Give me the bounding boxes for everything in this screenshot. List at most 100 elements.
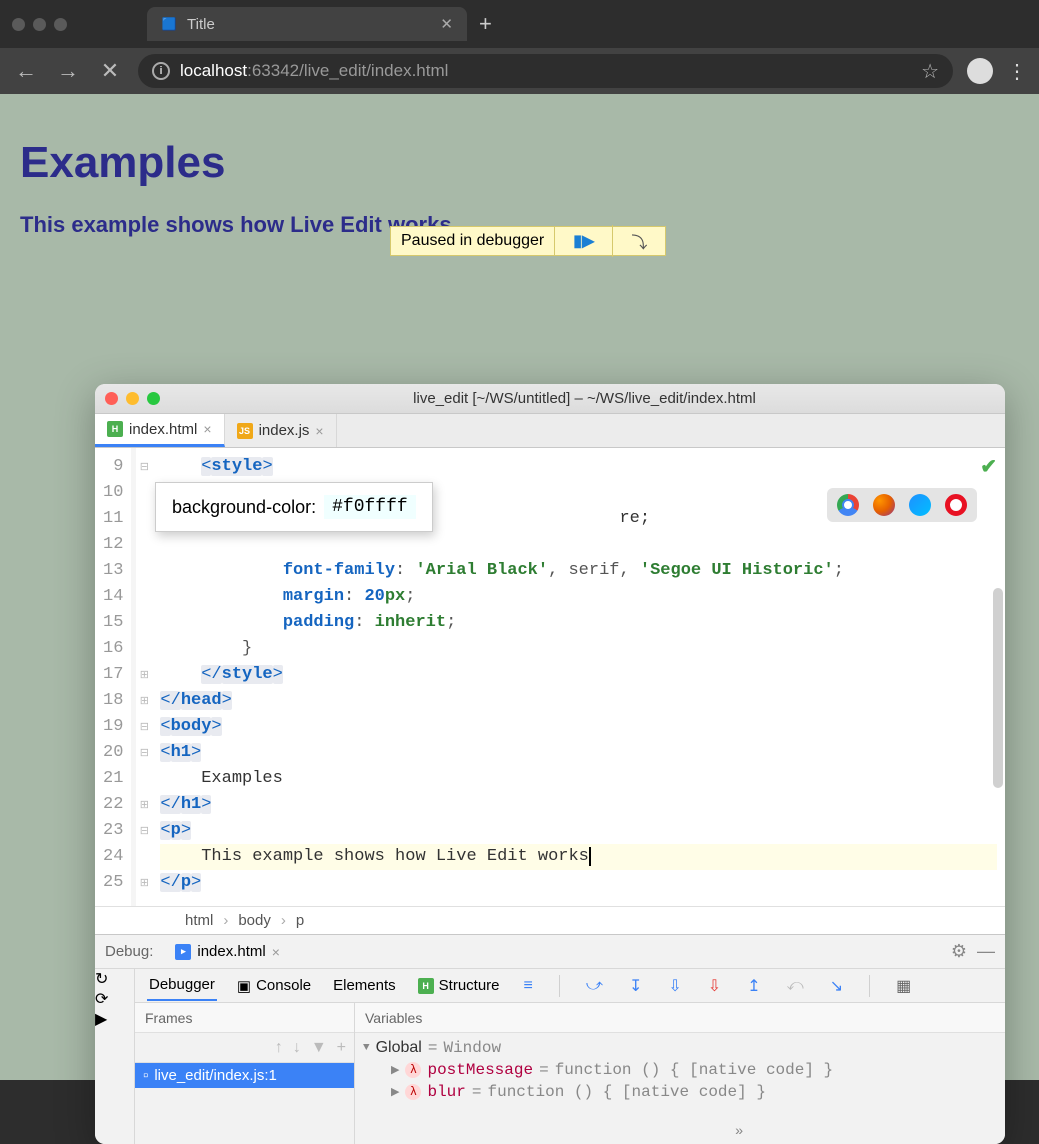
hide-panel-icon[interactable]: — <box>977 941 995 962</box>
debug-panel: Debug: ▸ index.html × ⚙ — ↻ ⟳ <box>95 934 1005 1144</box>
tab-debugger[interactable]: Debugger <box>147 970 217 1001</box>
stop-button[interactable]: ✕ <box>96 58 124 84</box>
safari-icon[interactable] <box>909 494 931 516</box>
tab-elements[interactable]: Elements <box>331 971 398 1000</box>
tab-console[interactable]: ▣Console <box>235 971 313 1001</box>
window-controls <box>12 18 67 31</box>
editor-tab-index-js[interactable]: JS index.js × <box>225 414 337 447</box>
editor-tabs: H index.html × JS index.js × <box>95 414 1005 448</box>
browser-titlebar: 🟦 Title ✕ + <box>0 0 1039 48</box>
debugger-step-button[interactable]: ⤵ <box>612 225 665 257</box>
chevron-right-icon: › <box>281 912 286 929</box>
debug-config-name: index.html <box>197 943 265 960</box>
ide-close-icon[interactable] <box>105 392 118 405</box>
opera-icon[interactable] <box>945 494 967 516</box>
breadcrumb-item[interactable]: html <box>185 912 213 929</box>
editor-tab-index-html[interactable]: H index.html × <box>95 414 225 447</box>
debug-tabs: Debugger ▣Console Elements HStructure ≡ … <box>135 969 1005 1003</box>
minimize-window-icon[interactable] <box>33 18 46 31</box>
open-in-browser-toolbar <box>827 488 977 522</box>
variables-panel: Variables ▼ Global = Window <box>355 1003 1005 1144</box>
line-gutter[interactable]: 910111213141516171819202122232425 <box>95 448 136 906</box>
bookmark-icon[interactable]: ☆ <box>921 59 939 84</box>
tab-structure[interactable]: HStructure <box>416 971 502 1000</box>
frames-header: Frames <box>135 1003 354 1033</box>
profile-icon[interactable] <box>967 58 993 84</box>
debugger-banner: Paused in debugger ▮▶ ⤵ <box>390 226 666 256</box>
close-icon[interactable]: × <box>272 944 280 960</box>
tab-title: Title <box>187 16 215 33</box>
variables-header: Variables <box>355 1003 1005 1033</box>
resume-button[interactable]: ▶ <box>95 1009 134 1029</box>
maximize-window-icon[interactable] <box>54 18 67 31</box>
run-to-cursor-icon[interactable]: ↘ <box>830 976 843 996</box>
breadcrumb-item[interactable]: body <box>238 912 271 929</box>
ide-zoom-icon[interactable] <box>147 392 160 405</box>
frames-panel: Frames ↑ ↓ ▼ + ▫ live_edit/index.js:1 <box>135 1003 355 1144</box>
evaluate-icon[interactable]: ▦ <box>896 976 911 996</box>
variable-row[interactable]: ▶ λ postMessage = function () { [native … <box>363 1059 997 1081</box>
add-icon[interactable]: + <box>337 1039 346 1057</box>
debug-side-toolbar: ↻ ⟳ ▶ <box>95 969 135 1144</box>
expand-icon[interactable]: ▶ <box>391 1063 399 1077</box>
favicon-icon: 🟦 <box>161 16 177 32</box>
site-info-icon[interactable]: i <box>152 62 170 80</box>
html-file-icon: H <box>107 421 123 437</box>
js-file-icon: JS <box>237 423 253 439</box>
run-config-icon: ▸ <box>175 944 191 960</box>
new-tab-button[interactable]: + <box>479 11 492 37</box>
close-tab-icon[interactable]: × <box>315 423 323 439</box>
stack-frame[interactable]: ▫ live_edit/index.js:1 <box>135 1063 354 1088</box>
settings-icon[interactable]: ⚙ <box>951 941 967 962</box>
expand-icon[interactable]: ▶ <box>391 1085 399 1099</box>
ide-minimize-icon[interactable] <box>126 392 139 405</box>
step-over-icon[interactable]: ⤻ <box>586 977 603 995</box>
page-heading: Examples <box>20 138 1019 188</box>
close-window-icon[interactable] <box>12 18 25 31</box>
chrome-icon[interactable] <box>837 494 859 516</box>
browser-menu-icon[interactable]: ⋮ <box>1007 59 1027 84</box>
ide-window: live_edit [~/WS/untitled] – ~/WS/live_ed… <box>95 384 1005 1144</box>
browser-toolbar: ← → ✕ i localhost:63342/live_edit/index.… <box>0 48 1039 94</box>
debug-config-tab[interactable]: ▸ index.html × <box>167 939 288 964</box>
prev-frame-icon[interactable]: ↑ <box>275 1039 283 1057</box>
frame-icon: ▫ <box>143 1067 148 1084</box>
tab-label: index.html <box>129 421 197 438</box>
expand-icon[interactable]: ▼ <box>363 1042 370 1054</box>
debugger-banner-text: Paused in debugger <box>391 232 554 250</box>
rerun-button[interactable]: ↻ <box>95 969 134 989</box>
debugger-resume-button[interactable]: ▮▶ <box>554 227 612 255</box>
editor-scrollbar[interactable] <box>993 588 1003 788</box>
fold-column[interactable]: ⊟⊞⊞⊟⊟⊞⊟⊞ <box>136 448 152 906</box>
forward-button[interactable]: → <box>54 58 82 84</box>
code-editor[interactable]: ✔ background-color: #f0ffff 910111213141… <box>95 448 1005 906</box>
tab-label: index.js <box>259 422 310 439</box>
more-icon[interactable]: » <box>735 1124 743 1140</box>
step-into-icon[interactable]: ↧ <box>629 976 642 996</box>
address-bar[interactable]: i localhost:63342/live_edit/index.html ☆ <box>138 54 953 88</box>
stop-button[interactable]: ⟳ <box>95 989 134 1009</box>
page-viewport: Examples This example shows how Live Edi… <box>0 94 1039 1080</box>
breadcrumb[interactable]: html › body › p <box>95 906 1005 934</box>
inspections-ok-icon[interactable]: ✔ <box>980 454 997 480</box>
close-tab-icon[interactable]: ✕ <box>440 15 453 33</box>
tooltip-label: background-color: <box>172 497 316 518</box>
color-tooltip: background-color: #f0ffff <box>155 482 433 532</box>
threads-icon[interactable]: ≡ <box>524 977 533 995</box>
breadcrumb-item[interactable]: p <box>296 912 304 929</box>
console-icon: ▣ <box>237 977 251 995</box>
step-out-icon[interactable]: ↥ <box>747 976 760 996</box>
firefox-icon[interactable] <box>873 494 895 516</box>
close-tab-icon[interactable]: × <box>203 421 211 437</box>
variable-row[interactable]: ▶ λ blur = function () { [native code] } <box>363 1081 997 1103</box>
variable-row[interactable]: ▼ Global = Window <box>363 1037 997 1059</box>
tooltip-value: #f0ffff <box>324 495 416 519</box>
ide-titlebar: live_edit [~/WS/untitled] – ~/WS/live_ed… <box>95 384 1005 414</box>
next-frame-icon[interactable]: ↓ <box>293 1039 301 1057</box>
back-button[interactable]: ← <box>12 58 40 84</box>
filter-icon[interactable]: ▼ <box>311 1039 327 1057</box>
force-step-into-icon[interactable]: ⇩ <box>668 976 681 996</box>
smart-step-into-icon[interactable]: ⇩ <box>708 976 721 996</box>
browser-tab[interactable]: 🟦 Title ✕ <box>147 7 467 41</box>
drop-frame-icon[interactable]: ⤺ <box>787 977 804 995</box>
